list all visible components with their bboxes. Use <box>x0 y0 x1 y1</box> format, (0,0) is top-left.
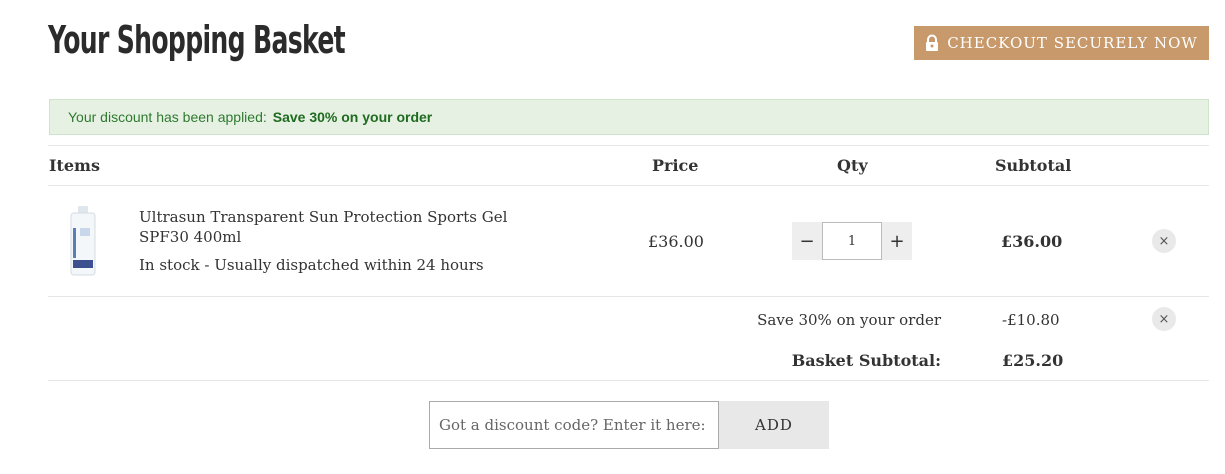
item-subtotal: £36.00 <box>1001 232 1063 251</box>
divider <box>48 296 1209 297</box>
stock-status: In stock - Usually dispatched within 24 … <box>139 256 484 274</box>
notice-text: Your discount has been applied: <box>68 109 267 125</box>
header-qty: Qty <box>837 156 868 175</box>
divider <box>48 185 1209 186</box>
remove-item-button[interactable]: × <box>1152 229 1176 253</box>
discount-code-input[interactable] <box>429 401 719 449</box>
discount-value: -£10.80 <box>1002 311 1060 329</box>
header-items: Items <box>49 156 100 175</box>
basket-subtotal-value: £25.20 <box>1002 351 1064 370</box>
notice-highlight: Save 30% on your order <box>272 109 433 125</box>
discount-label: Save 30% on your order <box>757 311 941 329</box>
header-price: Price <box>652 156 699 175</box>
remove-discount-button[interactable]: × <box>1152 307 1176 331</box>
divider <box>48 380 1209 381</box>
lock-icon <box>925 34 939 52</box>
product-image[interactable] <box>68 206 98 276</box>
page-title: Your Shopping Basket <box>48 18 346 62</box>
add-code-button[interactable]: ADD <box>719 401 829 449</box>
basket-subtotal-label: Basket Subtotal: <box>791 351 941 370</box>
product-name-link[interactable]: Ultrasun Transparent Sun Protection Spor… <box>139 207 559 247</box>
divider <box>48 145 1209 146</box>
item-price: £36.00 <box>648 232 704 251</box>
quantity-input[interactable] <box>822 222 882 260</box>
checkout-button[interactable]: CHECKOUT SECURELY NOW <box>914 26 1209 60</box>
qty-decrease-button[interactable]: − <box>792 222 822 260</box>
header-subtotal: Subtotal <box>995 156 1072 175</box>
discount-applied-notice: Your discount has been applied: Save 30%… <box>49 99 1209 135</box>
qty-increase-button[interactable]: + <box>882 222 912 260</box>
checkout-label: CHECKOUT SECURELY NOW <box>947 34 1198 52</box>
